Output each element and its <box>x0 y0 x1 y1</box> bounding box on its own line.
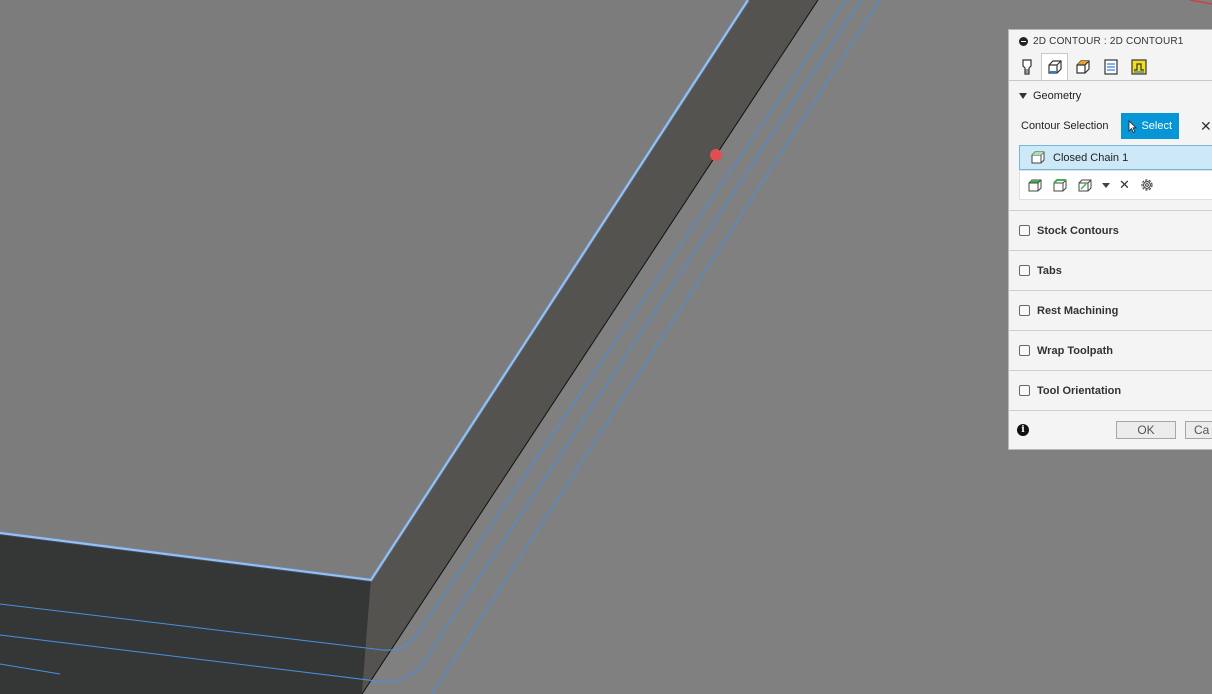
add-edge-icon[interactable] <box>1052 178 1068 193</box>
tab-passes[interactable] <box>1097 54 1124 80</box>
contour-dialog: 2D CONTOUR : 2D CONTOUR1 Geometry Contou… <box>1008 29 1212 450</box>
gear-icon[interactable] <box>1139 177 1155 193</box>
remove-chain-icon[interactable]: ✕ <box>1119 177 1130 193</box>
geometry-section-header[interactable]: Geometry <box>1009 81 1212 111</box>
add-sketch-icon[interactable] <box>1077 178 1093 193</box>
passes-icon <box>1103 59 1118 75</box>
chain-label: Closed Chain 1 <box>1053 151 1129 164</box>
clear-selection-icon[interactable]: ✕ <box>1200 118 1212 135</box>
section-stock-contours[interactable]: Stock Contours <box>1009 211 1212 250</box>
geometry-header-label: Geometry <box>1033 90 1082 102</box>
stock-contours-checkbox[interactable] <box>1019 225 1030 236</box>
dialog-title-bar[interactable]: 2D CONTOUR : 2D CONTOUR1 <box>1009 30 1212 52</box>
section-tabs[interactable]: Tabs <box>1009 251 1212 290</box>
contour-start-marker[interactable] <box>710 149 722 161</box>
tab-tool[interactable] <box>1013 54 1040 80</box>
chain-options-dropdown-icon[interactable] <box>1102 182 1110 188</box>
cancel-button[interactable]: Ca <box>1185 421 1212 439</box>
collapse-triangle-icon[interactable] <box>1019 93 1027 99</box>
add-face-icon[interactable] <box>1027 178 1043 193</box>
section-wrap-toolpath[interactable]: Wrap Toolpath <box>1009 331 1212 370</box>
linking-icon <box>1130 59 1147 75</box>
tool-icon <box>1021 59 1032 75</box>
contour-selection-row: Contour Selection Select ✕ <box>1009 111 1212 141</box>
stock-contours-label: Stock Contours <box>1037 224 1119 237</box>
section-rest-machining[interactable]: Rest Machining <box>1009 291 1212 330</box>
contour-selection-label: Contour Selection <box>1021 120 1109 132</box>
tabs-label: Tabs <box>1037 264 1062 277</box>
tab-geometry[interactable] <box>1041 53 1068 80</box>
dialog-tab-strip <box>1009 52 1212 81</box>
info-icon[interactable]: i <box>1017 423 1029 436</box>
tool-orientation-checkbox[interactable] <box>1019 385 1030 396</box>
select-button-label: Select <box>1141 120 1173 132</box>
wrap-toolpath-label: Wrap Toolpath <box>1037 344 1113 357</box>
ok-button[interactable]: OK <box>1116 421 1176 439</box>
contour-chain-item[interactable]: Closed Chain 1 <box>1019 145 1212 170</box>
section-tool-orientation[interactable]: Tool Orientation <box>1009 371 1212 410</box>
heights-icon <box>1075 60 1090 74</box>
tab-linking[interactable] <box>1125 54 1152 80</box>
tabs-checkbox[interactable] <box>1019 265 1030 276</box>
select-button[interactable]: Select <box>1121 113 1180 139</box>
tab-heights[interactable] <box>1069 54 1096 80</box>
rest-machining-checkbox[interactable] <box>1019 305 1030 316</box>
chain-icon <box>1031 151 1045 164</box>
collapse-icon[interactable] <box>1019 36 1028 46</box>
wrap-toolpath-checkbox[interactable] <box>1019 345 1030 356</box>
rest-machining-label: Rest Machining <box>1037 304 1119 317</box>
dialog-title: 2D CONTOUR : 2D CONTOUR1 <box>1033 35 1184 47</box>
tool-orientation-label: Tool Orientation <box>1037 384 1122 397</box>
cursor-icon <box>1129 119 1138 133</box>
chain-toolbar: ✕ <box>1019 170 1212 200</box>
dialog-footer: i OK Ca <box>1009 411 1212 448</box>
geometry-icon <box>1047 60 1062 74</box>
